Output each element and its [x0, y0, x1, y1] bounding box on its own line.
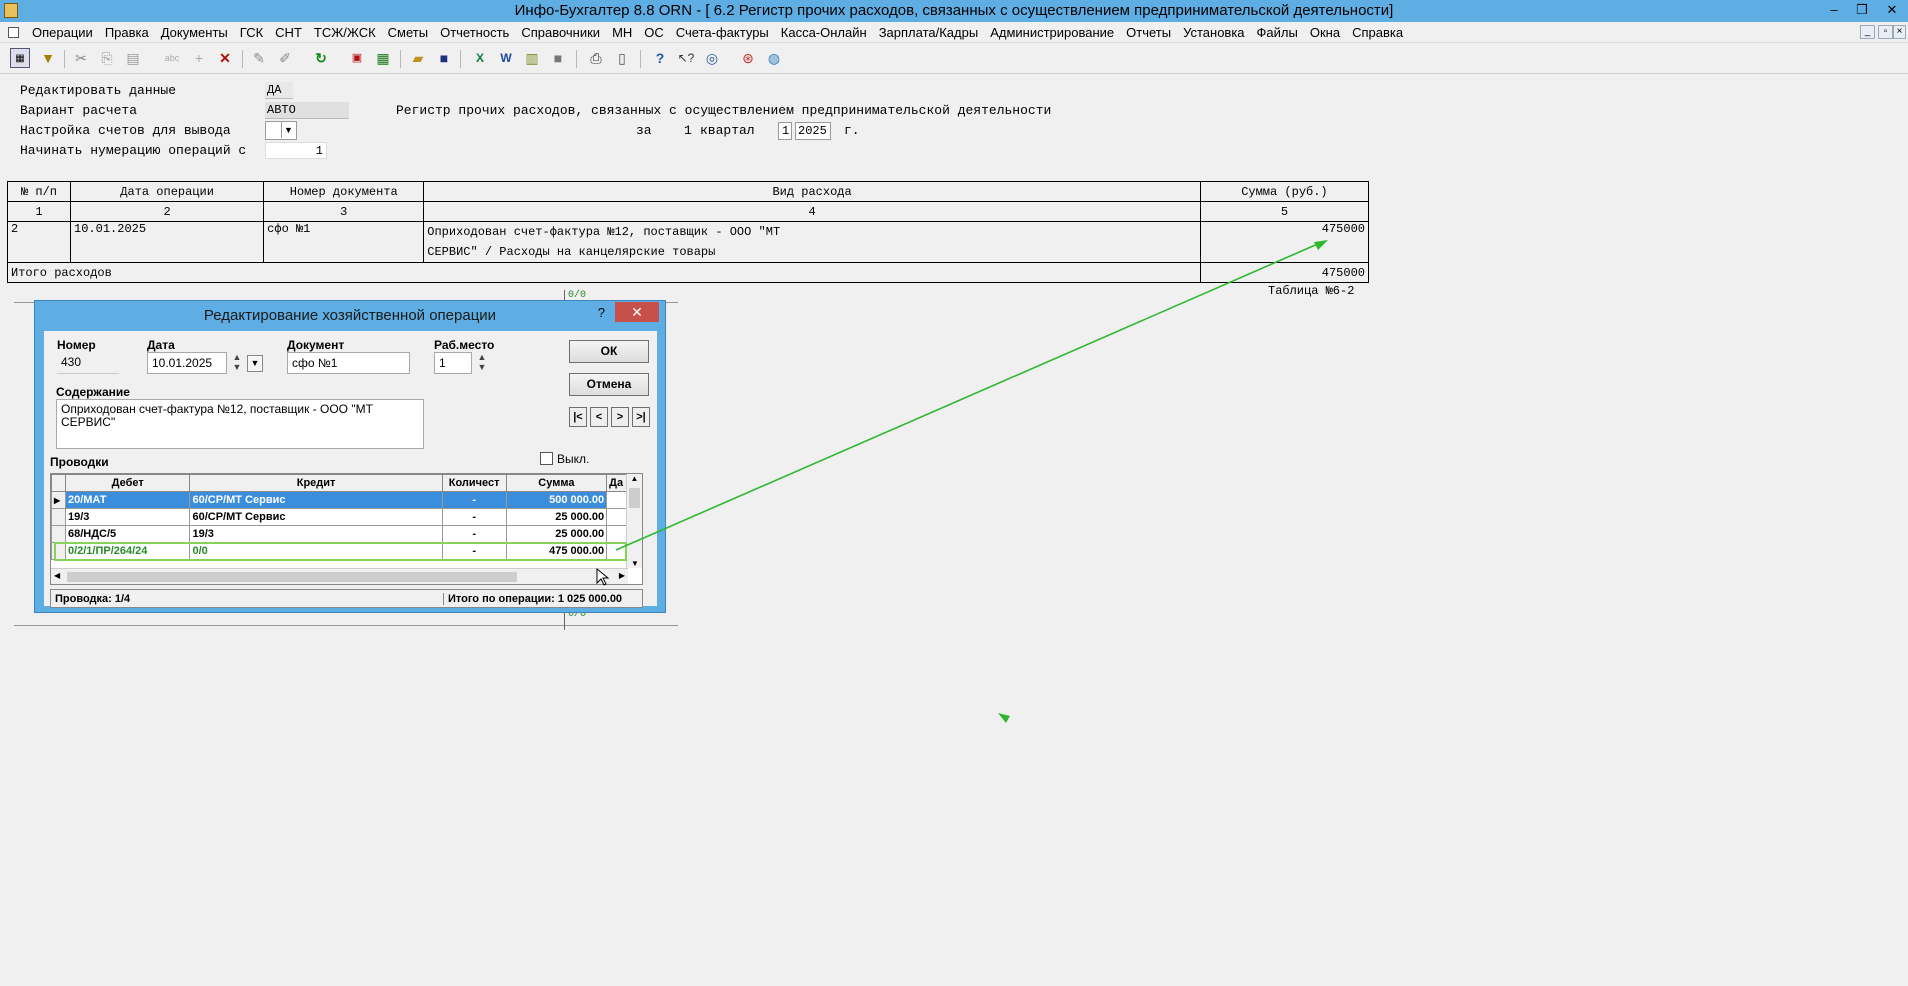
arrow-head-icon: [1314, 240, 1328, 250]
stray-arrow-icon: [998, 713, 1010, 723]
annotation-arrow-line: [615, 242, 1321, 551]
mouse-cursor-icon: [596, 567, 610, 586]
annotation-arrow: [596, 240, 1328, 723]
